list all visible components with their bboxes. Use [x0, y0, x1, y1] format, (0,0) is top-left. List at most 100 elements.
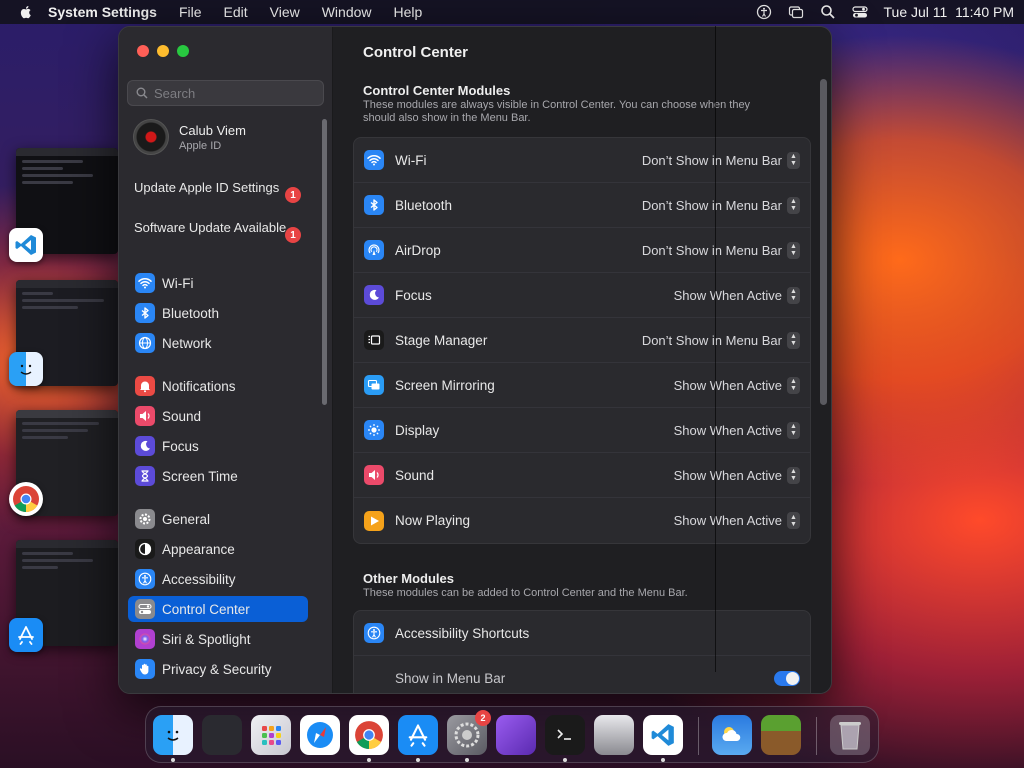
menu-bar-clock[interactable]: Tue Jul 11 11:40 PM [884, 4, 1014, 20]
list-item: AirDrop Don’t Show in Menu Bar ▲ ▼ [354, 228, 810, 273]
menu-bar-visibility-popup[interactable]: Don’t Show in Menu Bar ▲ ▼ [642, 241, 800, 259]
menu-bar-visibility-popup[interactable]: Don’t Show in Menu Bar ▲ ▼ [642, 196, 800, 214]
finder-dock-icon[interactable] [153, 715, 193, 755]
row-label: Wi-Fi [395, 152, 427, 168]
finder-app-icon[interactable] [9, 352, 43, 386]
apple-menu-icon[interactable] [18, 4, 34, 20]
sidebar-item-label: Privacy & Security [162, 661, 272, 677]
accessibility-status-icon[interactable] [756, 4, 772, 20]
chevron-up-down-icon: ▲ ▼ [787, 151, 800, 169]
menu-window[interactable]: Window [322, 4, 372, 20]
list-item: Screen Mirroring Show When Active ▲ ▼ [354, 363, 810, 408]
show-in-menu-bar-toggle[interactable] [774, 671, 800, 686]
sidebar-item-label: Network [162, 335, 212, 351]
main-pane: Control Center Control Center Modules Th… [333, 27, 831, 693]
moon-icon [135, 436, 155, 456]
menu-bar-visibility-popup[interactable]: Don’t Show in Menu Bar ▲ ▼ [642, 151, 800, 169]
dock-separator [816, 717, 817, 755]
zoom-button[interactable] [177, 45, 189, 57]
sidebar-item-notifications[interactable]: Notifications [128, 373, 308, 399]
sidebar-item-focus[interactable]: Focus [128, 433, 308, 459]
screen-mirroring-status-icon[interactable] [788, 4, 804, 20]
menu-view[interactable]: View [270, 4, 300, 20]
list-item: Bluetooth Don’t Show in Menu Bar ▲ ▼ [354, 183, 810, 228]
modules-section-description: These modules are always visible in Cont… [363, 99, 751, 124]
sidebar-item-wi-fi[interactable]: Wi-Fi [128, 270, 308, 296]
menu-file[interactable]: File [179, 4, 202, 20]
running-indicator [171, 758, 175, 762]
sidebar-item-network[interactable]: Network [128, 330, 308, 356]
list-item[interactable]: Accessibility Shortcuts [354, 611, 810, 656]
software-update-notice[interactable]: Software Update Available [134, 220, 304, 236]
control-center-icon [135, 599, 155, 619]
vscode-dock-icon[interactable] [643, 715, 683, 755]
sidebar-item-bluetooth[interactable]: Bluetooth [128, 300, 308, 326]
chrome-dock-icon[interactable] [349, 715, 389, 755]
siri-icon [135, 629, 155, 649]
sidebar-item-screen-time[interactable]: Screen Time [128, 463, 308, 489]
menu-bar-visibility-popup[interactable]: Show When Active ▲ ▼ [674, 512, 800, 529]
minimize-button[interactable] [157, 45, 169, 57]
account-subtitle: Apple ID [179, 139, 222, 152]
menu-bar: System Settings File Edit View Window He… [0, 0, 1024, 24]
terminal-dock-icon[interactable] [545, 715, 585, 755]
page-title: Control Center [363, 44, 468, 61]
vscode-app-icon[interactable] [9, 228, 43, 262]
spotlight-search-icon[interactable] [820, 4, 836, 20]
launchpad-dock-icon[interactable] [251, 715, 291, 755]
chevron-up-down-icon: ▲ ▼ [787, 286, 800, 304]
control-center-status-icon[interactable] [851, 4, 868, 20]
update-apple-id-notice[interactable]: Update Apple ID Settings [134, 180, 304, 196]
play-icon [364, 510, 384, 531]
sidebar-scrollbar[interactable] [322, 119, 327, 405]
list-item: Sound Show When Active ▲ ▼ [354, 453, 810, 498]
sidebar-item-label: Accessibility [162, 571, 236, 587]
menu-bar-visibility-popup[interactable]: Show When Active ▲ ▼ [673, 376, 800, 394]
running-indicator [661, 758, 665, 762]
menu-bar-visibility-popup[interactable]: Show When Active ▲ ▼ [674, 466, 800, 484]
sidebar-item-general[interactable]: General [128, 506, 308, 532]
app-store-app-icon[interactable] [9, 618, 43, 652]
hourglass-icon [135, 466, 155, 486]
sidebar-item-accessibility[interactable]: Accessibility [128, 566, 308, 592]
appearance-icon [135, 539, 155, 559]
menu-bar-visibility-popup[interactable]: Don’t Show in Menu Bar ▲ ▼ [642, 331, 800, 349]
safari-dock-icon[interactable] [300, 715, 340, 755]
menu-help[interactable]: Help [394, 4, 423, 20]
installer-dock-icon[interactable] [594, 715, 634, 755]
accessibility-icon [135, 569, 155, 589]
sidebar-item-control-center[interactable]: Control Center [128, 596, 308, 622]
moon-icon [364, 285, 384, 305]
simulator-dock-icon[interactable] [496, 715, 536, 755]
close-button[interactable] [137, 45, 149, 57]
chrome-app-icon[interactable] [9, 482, 43, 516]
sidebar-item-privacy-security[interactable]: Privacy & Security [128, 656, 308, 682]
main-scrollbar[interactable] [820, 79, 827, 405]
menu-bar-visibility-popup[interactable]: Show When Active ▲ ▼ [674, 421, 800, 439]
popup-value: Show When Active [673, 287, 782, 303]
sidebar-item-sound[interactable]: Sound [128, 403, 308, 429]
menu-app-name[interactable]: System Settings [48, 4, 157, 20]
account-name: Calub Viem [179, 122, 246, 138]
modules-list: Wi-Fi Don’t Show in Menu Bar ▲ ▼ Bluetooth Do… [353, 137, 811, 544]
sidebar-item-label: Wi-Fi [162, 275, 194, 291]
airdrop-icon [364, 240, 384, 260]
apple-id-account[interactable]: Calub Viem Apple ID [133, 119, 246, 155]
app-store-dock-icon[interactable] [398, 715, 438, 755]
other-modules-list: Accessibility Shortcuts Show in Menu Bar [353, 610, 811, 693]
mission-control-dock-icon[interactable] [202, 715, 242, 755]
popup-value: Show When Active [673, 377, 782, 393]
sidebar-item-siri-spotlight[interactable]: Siri & Spotlight [128, 626, 308, 652]
weather-dock-icon[interactable] [712, 715, 752, 755]
dock-badge: 2 [475, 710, 491, 726]
menu-edit[interactable]: Edit [224, 4, 248, 20]
minecraft-dock-icon[interactable] [761, 715, 801, 755]
sidebar-item-label: General [162, 511, 211, 527]
running-indicator [465, 758, 469, 762]
menu-bar-visibility-popup[interactable]: Show When Active ▲ ▼ [673, 286, 800, 304]
sun-icon [364, 420, 384, 440]
wifi-icon [135, 273, 155, 293]
sidebar-item-appearance[interactable]: Appearance [128, 536, 308, 562]
search-field[interactable]: Search [127, 80, 324, 106]
trash-dock-icon[interactable] [830, 715, 870, 755]
